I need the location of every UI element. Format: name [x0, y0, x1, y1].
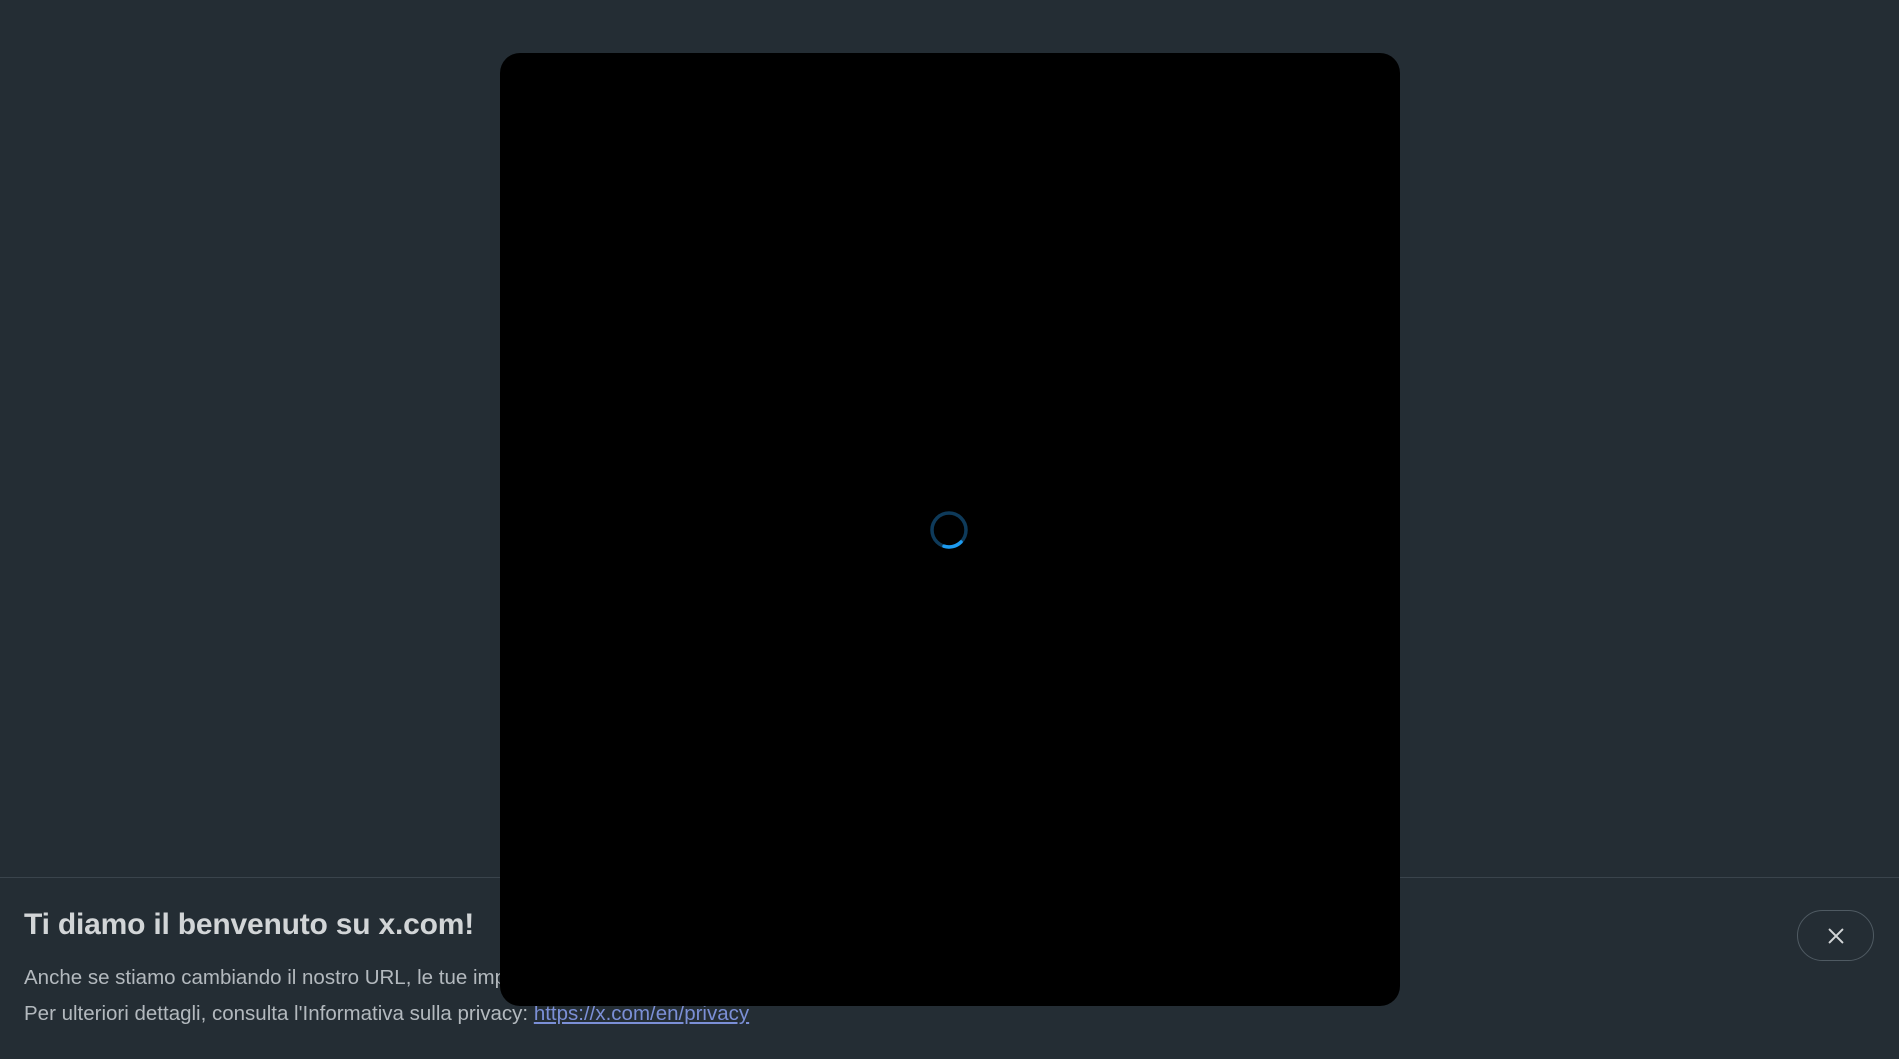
banner-details-text: Per ulteriori dettagli, consulta l'Infor… — [24, 1002, 534, 1025]
close-banner-button[interactable] — [1797, 910, 1874, 961]
modal-dialog — [500, 53, 1400, 1006]
close-icon — [1828, 928, 1843, 943]
banner-title: Ti diamo il benvenuto su x.com! — [24, 908, 474, 941]
loading-spinner-icon — [930, 511, 968, 549]
page: Ti diamo il benvenuto su x.com! Anche se… — [0, 0, 1899, 1059]
